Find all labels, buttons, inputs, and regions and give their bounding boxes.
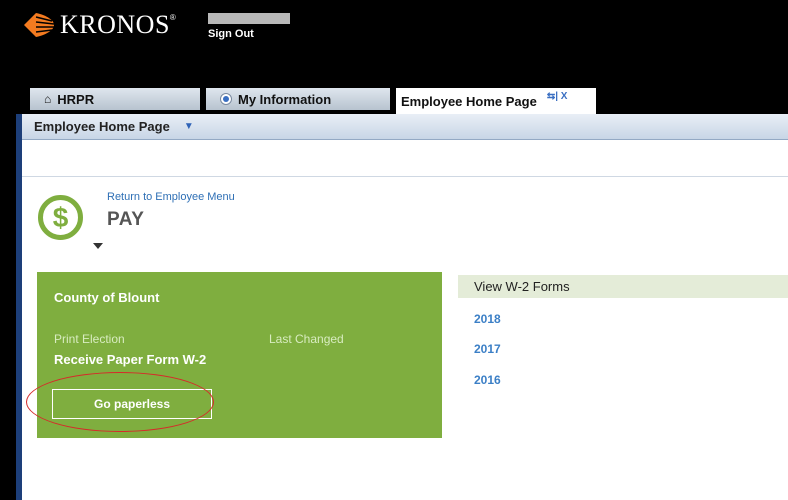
w2-year-link-2017[interactable]: 2017 (474, 342, 501, 356)
tab-hrpr-label: HRPR (57, 91, 95, 107)
page-selector-label: Employee Home Page (34, 119, 170, 134)
print-election-value: Receive Paper Form W-2 (54, 352, 207, 367)
tab-my-information[interactable]: My Information (206, 88, 390, 110)
highlight-annotation-ellipse (26, 372, 214, 432)
tab-employee-home-page[interactable]: Employee Home Page ⇆| X (396, 88, 596, 114)
home-icon: ⌂ (44, 92, 52, 106)
print-election-label: Print Election (54, 332, 125, 346)
last-changed-label: Last Changed (269, 332, 344, 346)
tab-employee-home-page-label: Employee Home Page (401, 93, 537, 109)
pay-dropdown-caret-icon[interactable] (93, 243, 103, 249)
window-frame-border (16, 114, 22, 500)
redacted-username (208, 13, 290, 24)
view-w2-forms-header: View W-2 Forms (458, 275, 788, 298)
dollar-icon: $ (38, 195, 83, 240)
page-title: PAY (107, 209, 145, 230)
kronos-logo: KRONOS ® (22, 10, 176, 40)
brand-name: KRONOS (60, 10, 170, 39)
return-to-employee-menu-link[interactable]: Return to Employee Menu (107, 191, 235, 203)
sign-out-link[interactable]: Sign Out (208, 28, 254, 40)
radio-icon (220, 93, 232, 105)
brand-registered-mark: ® (169, 12, 176, 22)
w2-year-link-2016[interactable]: 2016 (474, 373, 501, 387)
tab-hrpr[interactable]: ⌂ HRPR (30, 88, 200, 110)
w2-year-link-2018[interactable]: 2018 (474, 312, 501, 326)
dollar-glyph: $ (52, 201, 69, 233)
chevron-down-icon[interactable]: ▼ (184, 121, 194, 132)
kronos-mark-icon (24, 13, 55, 37)
tab-refresh-close-controls[interactable]: ⇆| X (547, 91, 568, 102)
employer-name: County of Blount (54, 290, 160, 305)
page-selector-bar[interactable]: Employee Home Page ▼ (22, 114, 788, 140)
divider (22, 176, 788, 177)
tab-my-information-label: My Information (238, 91, 332, 107)
